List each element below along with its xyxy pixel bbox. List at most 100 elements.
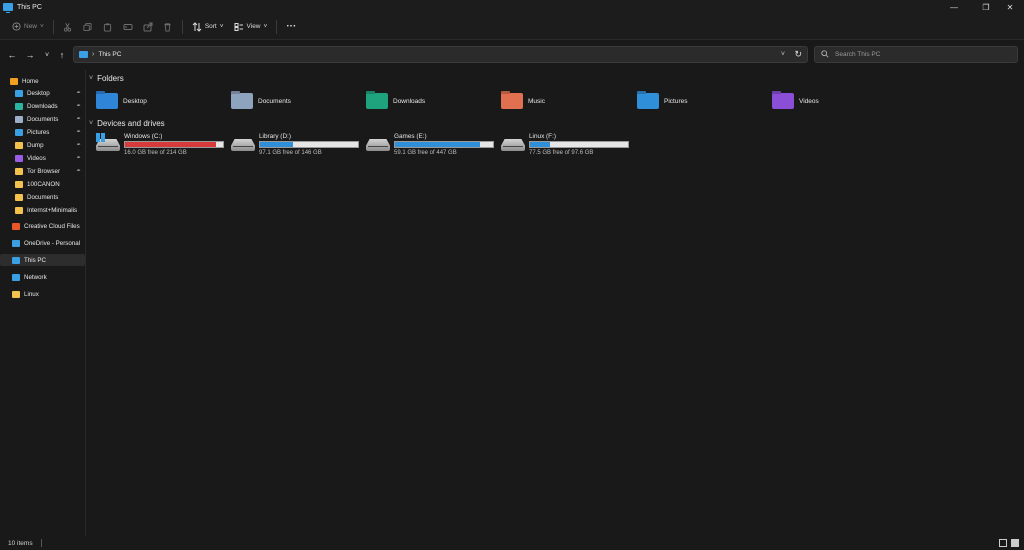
paste-button[interactable] — [98, 18, 118, 36]
maximize-button[interactable]: ❐ — [974, 0, 998, 14]
sidebar-item[interactable]: Home — [0, 75, 85, 87]
this-pc-icon — [12, 256, 20, 264]
delete-button[interactable] — [158, 18, 178, 36]
folder-item[interactable]: Downloads — [366, 90, 425, 112]
breadcrumb[interactable]: This PC — [98, 51, 121, 58]
up-arrow-icon[interactable]: ↑ — [54, 47, 70, 63]
folder-item[interactable]: Pictures — [637, 90, 687, 112]
sidebar-item[interactable]: Downloads ✒ — [0, 100, 85, 112]
folder-item[interactable]: Documents — [231, 90, 291, 112]
pin-icon[interactable]: ✒ — [77, 168, 81, 174]
sidebar-item-label: Tor Browser — [27, 167, 61, 175]
sidebar-item[interactable]: Pictures ✒ — [0, 126, 85, 138]
pin-icon[interactable]: ✒ — [77, 142, 81, 148]
share-button[interactable] — [138, 18, 158, 36]
sidebar-item-label: Home — [22, 77, 39, 85]
recent-locations-chevron-icon[interactable]: ˅ — [39, 47, 55, 63]
view-button[interactable]: View ˅ — [229, 18, 273, 36]
sidebar-item[interactable]: OneDrive - Personal — [0, 237, 85, 249]
back-arrow-icon[interactable]: ← — [4, 47, 20, 63]
pin-icon[interactable]: ✒ — [77, 90, 81, 96]
sidebar-item-label: This PC — [24, 256, 47, 264]
trash-icon — [163, 22, 173, 32]
item-count: 10 items — [8, 539, 33, 547]
sidebar-item[interactable]: 100CANON — [0, 178, 85, 190]
share-icon — [143, 22, 153, 32]
drive-usage-fill — [260, 142, 293, 147]
address-bar[interactable]: › This PC ˅ ↻ — [73, 46, 808, 63]
creative-cloud-icon — [12, 222, 20, 230]
sidebar-item[interactable]: Dump ✒ — [0, 139, 85, 151]
sidebar-item[interactable]: Desktop ✒ — [0, 87, 85, 99]
drive-free-space: 97.1 GB free of 146 GB — [259, 150, 322, 156]
drive-item[interactable]: Library (D:) 97.1 GB free of 146 GB — [231, 133, 363, 159]
sidebar-item-label: Pictures — [27, 128, 50, 136]
copy-button[interactable] — [78, 18, 98, 36]
details-view-icon[interactable] — [999, 539, 1007, 547]
sidebar-item[interactable]: Documents ✒ — [0, 113, 85, 125]
drive-item[interactable]: Games (E:) 59.1 GB free of 447 GB — [366, 133, 498, 159]
sidebar-item-label: Desktop — [27, 89, 50, 97]
clipboard-icon — [103, 22, 113, 32]
sidebar-item-label: Creative Cloud Files — [24, 222, 80, 230]
folder-item[interactable]: Videos — [772, 90, 819, 112]
chevron-down-icon: ˅ — [263, 23, 268, 30]
new-button[interactable]: New ˅ — [6, 18, 49, 36]
videos-icon — [15, 154, 23, 162]
pictures-folder-icon — [637, 93, 659, 109]
chevron-down-icon: ˅ — [219, 23, 224, 30]
sidebar-item[interactable]: Videos ✒ — [0, 152, 85, 164]
window-title: This PC — [17, 3, 42, 11]
sidebar-item-label: Videos — [27, 154, 46, 162]
folders-section-header[interactable]: ˅ Folders — [89, 74, 124, 83]
pin-icon[interactable]: ✒ — [77, 129, 81, 135]
view-label: View — [246, 23, 261, 30]
sidebar-item[interactable]: Documents — [0, 191, 85, 203]
pin-icon[interactable]: ✒ — [77, 155, 81, 161]
toolbar-divider — [52, 19, 54, 34]
minimize-button[interactable]: — — [942, 0, 966, 14]
status-divider — [40, 539, 42, 547]
drives-section-header[interactable]: ˅ Devices and drives — [89, 119, 165, 128]
network-icon — [12, 273, 20, 281]
sidebar-item[interactable]: Creative Cloud Files — [0, 220, 85, 232]
sidebar-item[interactable]: Linux — [0, 288, 85, 300]
drive-item[interactable]: Linux (F:) 77.5 GB free of 97.6 GB — [501, 133, 633, 159]
breadcrumb-chevron-icon[interactable]: › — [92, 51, 94, 58]
folder-icon — [15, 206, 23, 214]
drive-usage-fill — [125, 142, 216, 147]
tiles-view-icon[interactable] — [1011, 539, 1019, 547]
sidebar-item[interactable]: Tor Browser ✒ — [0, 165, 85, 177]
folder-item[interactable]: Desktop — [96, 90, 147, 112]
status-bar: 10 items — [0, 536, 1024, 550]
desktop-icon — [15, 89, 23, 97]
drive-free-space: 59.1 GB free of 447 GB — [394, 150, 457, 156]
sort-button[interactable]: Sort ˅ — [187, 18, 229, 36]
sidebar-item[interactable]: Internst+Minimalis — [0, 204, 85, 216]
folder-item[interactable]: Music — [501, 90, 545, 112]
more-options-button[interactable]: ··· — [281, 18, 301, 36]
folder-label: Desktop — [123, 97, 147, 105]
chevron-down-icon: ˅ — [89, 120, 94, 127]
pin-icon[interactable]: ✒ — [77, 103, 81, 109]
refresh-icon[interactable]: ↻ — [794, 49, 802, 60]
rename-icon — [123, 22, 133, 32]
view-icon — [234, 22, 244, 32]
pin-icon[interactable]: ✒ — [77, 116, 81, 122]
new-label: New — [24, 23, 38, 30]
sidebar-item[interactable]: Network — [0, 271, 85, 283]
address-dropdown-icon[interactable]: ˅ — [781, 51, 785, 58]
sidebar-item-label: Network — [24, 273, 47, 281]
folder-label: Music — [528, 97, 545, 105]
chevron-down-icon: ˅ — [40, 23, 44, 30]
rename-button[interactable] — [118, 18, 138, 36]
close-button[interactable]: ✕ — [998, 0, 1022, 14]
sidebar-item[interactable]: This PC — [0, 254, 85, 266]
cut-button[interactable] — [58, 18, 78, 36]
search-icon — [821, 49, 829, 60]
title-bar: This PC — ❐ ✕ — [0, 0, 1024, 14]
forward-arrow-icon[interactable]: → — [22, 47, 38, 63]
search-input[interactable]: Search This PC — [814, 46, 1018, 63]
drive-item[interactable]: Windows (C:) 16.0 GB free of 214 GB — [96, 133, 228, 159]
drive-usage-bar — [394, 141, 494, 148]
